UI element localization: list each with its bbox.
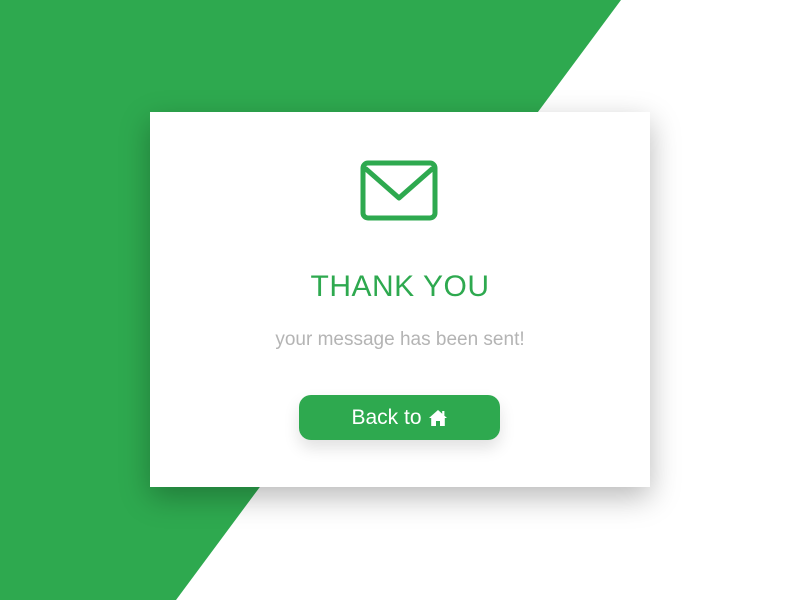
back-home-button-label: Back to xyxy=(351,406,422,429)
home-icon xyxy=(428,409,448,427)
back-home-button[interactable]: Back to xyxy=(299,395,500,440)
confirmation-card: THANK YOU your message has been sent! Ba… xyxy=(150,112,650,487)
confirmation-message: your message has been sent! xyxy=(275,329,525,350)
mail-icon xyxy=(360,160,438,221)
thank-you-title: THANK YOU xyxy=(310,270,490,303)
